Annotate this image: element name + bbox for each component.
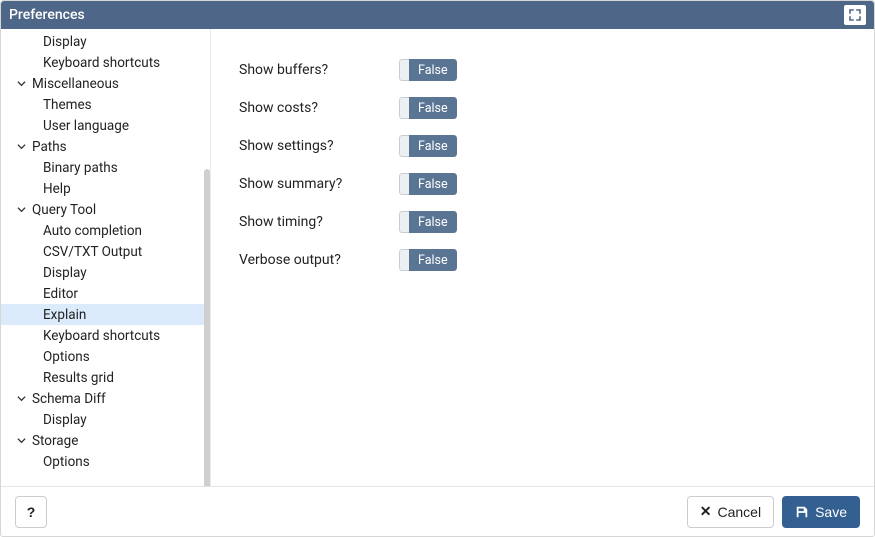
toggle-show-timing[interactable]: False bbox=[399, 211, 457, 233]
sidebar-item-label: Results grid bbox=[43, 370, 114, 386]
chevron-down-icon bbox=[17, 142, 26, 151]
toggle-show-settings[interactable]: False bbox=[399, 135, 457, 157]
toggle-knob bbox=[399, 211, 409, 233]
setting-row-show-buffers: Show buffers? False bbox=[239, 51, 846, 89]
chevron-down-icon bbox=[17, 205, 26, 214]
preferences-dialog: Preferences Display Keyboard shortcuts M… bbox=[0, 0, 875, 537]
sidebar-item-themes[interactable]: Themes bbox=[1, 94, 210, 115]
sidebar-item-label: CSV/TXT Output bbox=[43, 244, 142, 260]
sidebar-item-label: Keyboard shortcuts bbox=[43, 55, 160, 71]
sidebar-group-query-tool[interactable]: Query Tool bbox=[1, 199, 210, 220]
sidebar-item-help[interactable]: Help bbox=[1, 178, 210, 199]
cancel-button[interactable]: ✕ Cancel bbox=[687, 496, 774, 528]
dialog-body: Display Keyboard shortcuts Miscellaneous… bbox=[1, 29, 874, 486]
sidebar-item-label: Themes bbox=[43, 97, 92, 113]
toggle-knob bbox=[399, 173, 409, 195]
save-icon bbox=[795, 505, 809, 519]
toggle-value: False bbox=[409, 59, 457, 81]
sidebar: Display Keyboard shortcuts Miscellaneous… bbox=[1, 29, 211, 486]
setting-label: Show buffers? bbox=[239, 62, 399, 78]
setting-row-show-settings: Show settings? False bbox=[239, 127, 846, 165]
chevron-down-icon bbox=[17, 394, 26, 403]
toggle-show-costs[interactable]: False bbox=[399, 97, 457, 119]
sidebar-group-storage[interactable]: Storage bbox=[1, 430, 210, 451]
setting-label: Verbose output? bbox=[239, 252, 399, 268]
sidebar-item-label: Options bbox=[43, 349, 90, 365]
toggle-knob bbox=[399, 249, 409, 271]
sidebar-group-schema-diff[interactable]: Schema Diff bbox=[1, 388, 210, 409]
sidebar-group-label: Schema Diff bbox=[32, 391, 106, 407]
toggle-value: False bbox=[409, 97, 457, 119]
sidebar-group-paths[interactable]: Paths bbox=[1, 136, 210, 157]
sidebar-item-explain[interactable]: Explain bbox=[1, 304, 210, 325]
sidebar-item-editor[interactable]: Editor bbox=[1, 283, 210, 304]
dialog-footer: ? ✕ Cancel Save bbox=[1, 486, 874, 536]
toggle-knob bbox=[399, 97, 409, 119]
sidebar-item-keyboard-shortcuts[interactable]: Keyboard shortcuts bbox=[1, 52, 210, 73]
sidebar-item-label: Display bbox=[43, 265, 87, 281]
nav-tree[interactable]: Display Keyboard shortcuts Miscellaneous… bbox=[1, 31, 210, 482]
sidebar-item-label: Display bbox=[43, 412, 87, 428]
help-button[interactable]: ? bbox=[15, 496, 47, 528]
sidebar-item-label: Keyboard shortcuts bbox=[43, 328, 160, 344]
sidebar-item-qt-options[interactable]: Options bbox=[1, 346, 210, 367]
toggle-knob bbox=[399, 135, 409, 157]
titlebar: Preferences bbox=[1, 1, 874, 29]
sidebar-item-binary-paths[interactable]: Binary paths bbox=[1, 157, 210, 178]
expand-button[interactable] bbox=[844, 5, 866, 25]
sidebar-group-label: Miscellaneous bbox=[32, 76, 119, 92]
setting-label: Show costs? bbox=[239, 100, 399, 116]
sidebar-group-label: Storage bbox=[32, 433, 78, 449]
setting-label: Show settings? bbox=[239, 138, 399, 154]
sidebar-item-label: Auto completion bbox=[43, 223, 142, 239]
sidebar-item-auto-completion[interactable]: Auto completion bbox=[1, 220, 210, 241]
sidebar-item-label: Explain bbox=[43, 307, 86, 323]
sidebar-item-results-grid[interactable]: Results grid bbox=[1, 367, 210, 388]
save-button[interactable]: Save bbox=[782, 496, 860, 528]
dialog-title: Preferences bbox=[9, 7, 844, 23]
sidebar-item-display[interactable]: Display bbox=[1, 31, 210, 52]
toggle-knob bbox=[399, 59, 409, 81]
toggle-value: False bbox=[409, 135, 457, 157]
sidebar-item-csv-txt-output[interactable]: CSV/TXT Output bbox=[1, 241, 210, 262]
toggle-value: False bbox=[409, 211, 457, 233]
toggle-value: False bbox=[409, 249, 457, 271]
sidebar-group-label: Query Tool bbox=[32, 202, 96, 218]
close-icon: ✕ bbox=[700, 503, 712, 520]
sidebar-item-qt-display[interactable]: Display bbox=[1, 262, 210, 283]
setting-row-show-costs: Show costs? False bbox=[239, 89, 846, 127]
sidebar-group-miscellaneous[interactable]: Miscellaneous bbox=[1, 73, 210, 94]
save-button-label: Save bbox=[815, 504, 847, 520]
cancel-button-label: Cancel bbox=[717, 504, 761, 520]
help-icon: ? bbox=[27, 504, 36, 520]
expand-icon bbox=[849, 9, 861, 21]
toggle-value: False bbox=[409, 173, 457, 195]
sidebar-item-storage-options[interactable]: Options bbox=[1, 451, 210, 472]
sidebar-item-sd-display[interactable]: Display bbox=[1, 409, 210, 430]
settings-panel: Show buffers? False Show costs? False Sh… bbox=[211, 29, 874, 486]
sidebar-item-label: Editor bbox=[43, 286, 78, 302]
sidebar-group-label: Paths bbox=[32, 139, 67, 155]
chevron-down-icon bbox=[17, 79, 26, 88]
sidebar-item-label: Help bbox=[43, 181, 71, 197]
sidebar-scrollbar[interactable] bbox=[204, 169, 210, 486]
setting-label: Show summary? bbox=[239, 176, 399, 192]
setting-row-verbose-output: Verbose output? False bbox=[239, 241, 846, 279]
sidebar-item-label: Options bbox=[43, 454, 90, 470]
toggle-show-buffers[interactable]: False bbox=[399, 59, 457, 81]
setting-row-show-timing: Show timing? False bbox=[239, 203, 846, 241]
sidebar-item-label: Display bbox=[43, 34, 87, 50]
setting-label: Show timing? bbox=[239, 214, 399, 230]
chevron-down-icon bbox=[17, 436, 26, 445]
sidebar-item-qt-keyboard-shortcuts[interactable]: Keyboard shortcuts bbox=[1, 325, 210, 346]
sidebar-item-label: User language bbox=[43, 118, 129, 134]
setting-row-show-summary: Show summary? False bbox=[239, 165, 846, 203]
toggle-verbose-output[interactable]: False bbox=[399, 249, 457, 271]
sidebar-item-user-language[interactable]: User language bbox=[1, 115, 210, 136]
toggle-show-summary[interactable]: False bbox=[399, 173, 457, 195]
sidebar-item-label: Binary paths bbox=[43, 160, 118, 176]
